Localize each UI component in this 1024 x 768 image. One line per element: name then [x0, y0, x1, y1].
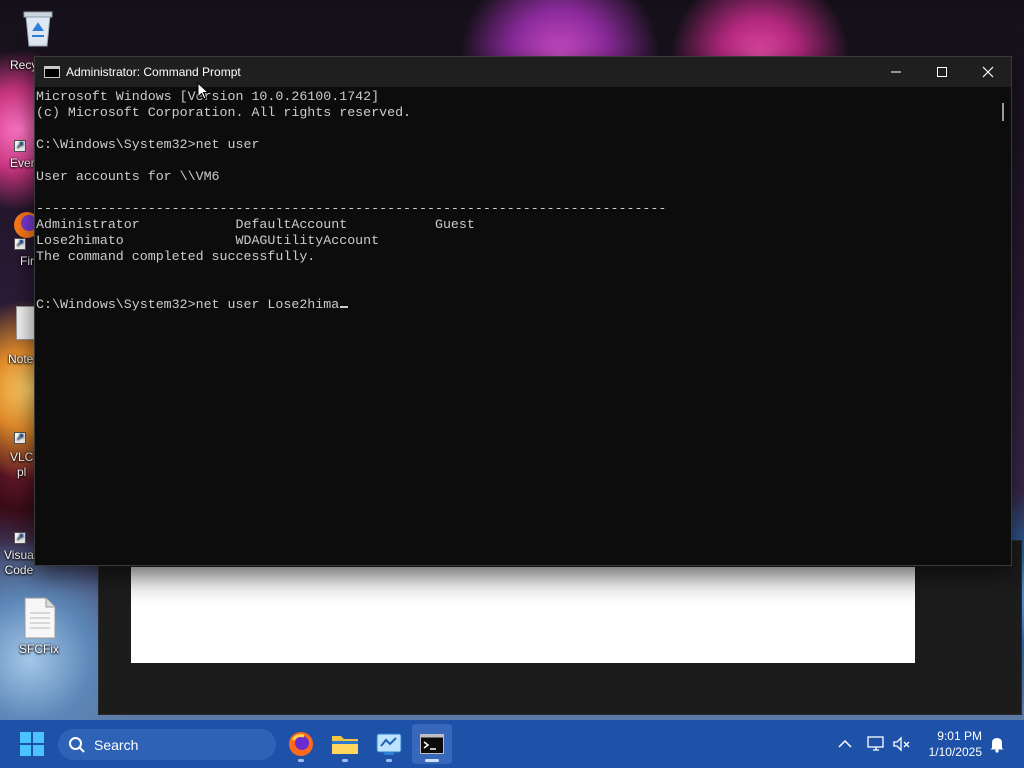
console-line: User accounts for \\VM6	[36, 169, 220, 184]
running-indicator	[386, 759, 392, 762]
monitor-icon	[867, 736, 884, 751]
minimize-button[interactable]	[873, 57, 919, 87]
maximize-icon	[937, 67, 947, 77]
text-cursor	[340, 306, 349, 308]
prompt-line[interactable]: C:\Windows\System32>net user Lose2hima	[36, 297, 997, 313]
shortcut-arrow-icon: ↗	[14, 238, 26, 250]
background-window[interactable]	[98, 540, 1022, 715]
recycle-bin-icon	[18, 8, 58, 48]
cmd-icon	[44, 66, 60, 78]
console-line: The command completed successfully.	[36, 249, 316, 264]
desktop-icon-label: VLC pl	[10, 450, 34, 479]
document-icon	[19, 597, 59, 639]
windows-logo-icon	[20, 732, 44, 756]
close-icon	[982, 66, 994, 78]
desktop-icon-recycle-bin[interactable]: Recy	[0, 8, 76, 72]
start-button[interactable]	[14, 728, 50, 760]
desktop-icon-label: Ever	[10, 156, 35, 170]
taskbar-clock[interactable]: 9:01 PM 1/10/2025	[918, 728, 982, 760]
taskbar-app-control-panel[interactable]	[369, 724, 409, 764]
running-indicator	[298, 759, 304, 762]
notifications-button[interactable]	[985, 732, 1009, 756]
clock-date: 1/10/2025	[928, 745, 982, 759]
bell-icon	[990, 738, 1004, 753]
taskbar-app-file-explorer[interactable]	[325, 724, 365, 764]
console-line: Lose2himato WDAGUtilityAccount	[36, 233, 380, 248]
console-line: Microsoft Windows [Version 10.0.26100.17…	[36, 89, 380, 104]
background-window-content	[131, 567, 915, 663]
window-titlebar[interactable]: Administrator: Command Prompt	[35, 57, 1011, 87]
console-line: C:\Windows\System32>net user	[36, 137, 260, 152]
tray-volume[interactable]	[890, 732, 914, 756]
command-input[interactable]: net user Lose2hima	[196, 297, 340, 312]
console-line: ----------------------------------------…	[36, 201, 667, 216]
desktop-icon-sfcfix[interactable]: SFCFix	[1, 597, 77, 656]
scrollbar-thumb[interactable]	[1002, 103, 1004, 121]
prompt: C:\Windows\System32>	[36, 297, 196, 312]
window-title: Administrator: Command Prompt	[66, 65, 241, 79]
show-hidden-icons-button[interactable]	[833, 732, 857, 756]
search-icon	[69, 736, 85, 753]
desktop-icon-label: Note	[8, 352, 34, 366]
taskbar: Search 9:01 PM 1/10/2025	[0, 720, 1024, 768]
console-output[interactable]: Microsoft Windows [Version 10.0.26100.17…	[35, 87, 997, 565]
shortcut-arrow-icon: ↗	[14, 532, 26, 544]
control-panel-icon	[376, 733, 402, 755]
active-indicator	[425, 759, 439, 762]
mouse-pointer-icon	[197, 82, 209, 100]
clock-time: 9:01 PM	[937, 729, 982, 743]
chevron-up-icon	[838, 739, 852, 748]
maximize-button[interactable]	[919, 57, 965, 87]
cmd-icon	[420, 734, 444, 754]
shortcut-arrow-icon: ↗	[14, 432, 26, 444]
minimize-icon	[891, 71, 901, 73]
desktop-icon-label: SFCFix	[19, 642, 59, 656]
taskbar-app-firefox[interactable]	[281, 724, 321, 764]
desktop-icon-label: Visua Code	[4, 548, 34, 577]
shortcut-arrow-icon: ↗	[14, 140, 26, 152]
close-button[interactable]	[965, 57, 1011, 87]
console-line: Administrator DefaultAccount Guest	[36, 217, 475, 232]
taskbar-search[interactable]: Search	[58, 729, 276, 760]
desktop-icon-label: Fir	[20, 254, 34, 268]
console-line: (c) Microsoft Corporation. All rights re…	[36, 105, 412, 120]
firefox-icon	[289, 732, 313, 756]
running-indicator	[342, 759, 348, 762]
folder-icon	[332, 736, 358, 754]
vertical-scrollbar[interactable]	[995, 87, 1011, 565]
speaker-muted-icon	[893, 736, 910, 752]
search-label: Search	[94, 736, 139, 753]
tray-network-display[interactable]	[864, 732, 888, 756]
taskbar-app-command-prompt[interactable]	[412, 724, 452, 764]
command-prompt-window[interactable]: Administrator: Command Prompt Microsoft …	[34, 56, 1012, 566]
